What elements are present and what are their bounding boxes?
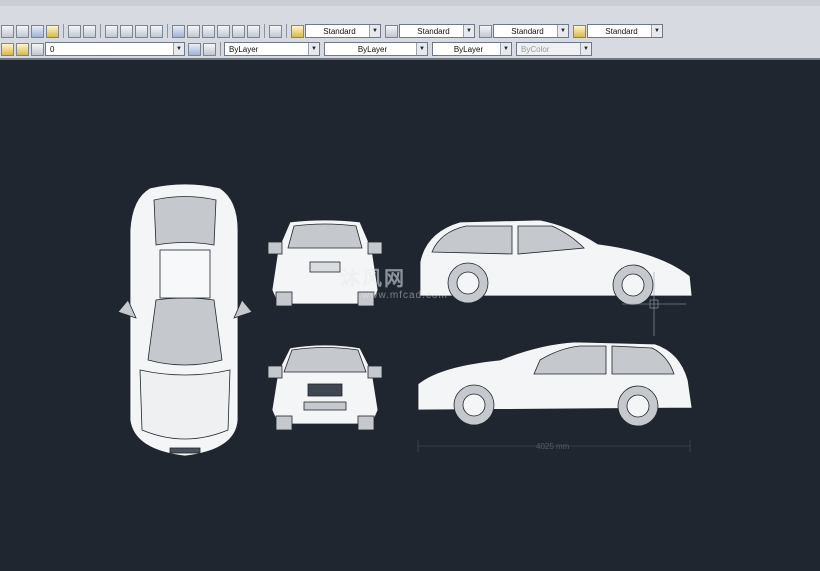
linetype-value: ByLayer: [357, 44, 388, 54]
drawing-canvas[interactable]: 4025 mm 沐风网 www.mfcad.com: [0, 60, 820, 566]
layer-previous-icon[interactable]: [203, 42, 216, 56]
multileader-style-select[interactable]: Standard ▼: [587, 24, 663, 38]
watermark-url: www.mfcad.com: [362, 290, 448, 301]
toolbar-separator: [264, 24, 265, 38]
text-style-icon[interactable]: [291, 24, 304, 38]
top-view-car: [117, 183, 253, 457]
side-view-right-car: [417, 341, 693, 427]
watermark-logo: 沐风网: [340, 268, 406, 290]
standard-toolbar: Standard ▼ Standard ▼ Standard ▼ Standar…: [0, 22, 663, 40]
tool-palettes-icon[interactable]: [202, 24, 215, 38]
chevron-down-icon[interactable]: ▼: [173, 43, 184, 55]
sheet-set-icon[interactable]: [217, 24, 230, 38]
text-style-select[interactable]: Standard ▼: [305, 24, 381, 38]
layer-lock-icon[interactable]: [31, 42, 44, 56]
text-style-value: Standard: [323, 26, 356, 36]
chevron-down-icon[interactable]: ▼: [500, 43, 511, 55]
quickcalc-icon[interactable]: [247, 24, 260, 38]
paste-icon[interactable]: [16, 24, 29, 38]
copy-icon[interactable]: [1, 24, 14, 38]
dimension-label: 4025 mm: [536, 442, 570, 451]
chevron-down-icon[interactable]: ▼: [416, 43, 427, 55]
make-object-layer-current-icon[interactable]: [188, 42, 201, 56]
zoom-realtime-icon[interactable]: [120, 24, 133, 38]
side-view-left-car: [419, 219, 693, 306]
pan-icon[interactable]: [105, 24, 118, 38]
chevron-down-icon[interactable]: ▼: [308, 43, 319, 55]
match-properties-icon[interactable]: [31, 24, 44, 38]
dim-style-value: Standard: [417, 26, 450, 36]
chevron-down-icon[interactable]: ▼: [463, 25, 474, 37]
toolbar-separator: [167, 24, 168, 38]
lineweight-select[interactable]: ByLayer ▼: [432, 42, 512, 56]
dim-style-icon[interactable]: [385, 24, 398, 38]
undo-icon[interactable]: [68, 24, 81, 38]
front-view-car: [267, 344, 383, 431]
help-icon[interactable]: [269, 24, 282, 38]
multileader-style-value: Standard: [605, 26, 638, 36]
chevron-down-icon[interactable]: ▼: [651, 25, 662, 37]
toolbar-area: Standard ▼ Standard ▼ Standard ▼ Standar…: [0, 6, 820, 60]
car-blueprint-drawing: [117, 183, 693, 457]
redo-icon[interactable]: [83, 24, 96, 38]
color-value: ByLayer: [229, 44, 259, 54]
toolbar-separator: [286, 24, 287, 38]
color-select[interactable]: ByLayer ▼: [224, 42, 320, 56]
layer-on-icon[interactable]: [1, 42, 14, 56]
table-style-value: Standard: [511, 26, 544, 36]
layer-freeze-icon[interactable]: [16, 42, 29, 56]
lineweight-value: ByLayer: [453, 44, 484, 54]
multileader-style-icon[interactable]: [573, 24, 586, 38]
zoom-previous-icon[interactable]: [150, 24, 163, 38]
layers-properties-toolbar: 0 ▼ ByLayer ▼ ByLayer ▼ ByLayer ▼ ByColo…: [0, 40, 592, 58]
block-editor-icon[interactable]: [46, 24, 59, 38]
markup-icon[interactable]: [232, 24, 245, 38]
design-center-icon[interactable]: [187, 24, 200, 38]
zoom-window-icon[interactable]: [135, 24, 148, 38]
chevron-down-icon[interactable]: ▼: [369, 25, 380, 37]
chevron-down-icon: ▼: [580, 43, 591, 55]
linetype-select[interactable]: ByLayer ▼: [324, 42, 428, 56]
toolbar-separator: [63, 24, 64, 38]
toolbar-separator: [220, 42, 221, 56]
properties-icon[interactable]: [172, 24, 185, 38]
dim-style-select[interactable]: Standard ▼: [399, 24, 475, 38]
plot-style-select: ByColor ▼: [516, 42, 592, 56]
layer-select[interactable]: 0 ▼: [45, 42, 185, 56]
toolbar-separator: [100, 24, 101, 38]
plot-style-value: ByColor: [521, 44, 550, 54]
current-layer-value: 0: [50, 44, 55, 54]
table-style-select[interactable]: Standard ▼: [493, 24, 569, 38]
table-style-icon[interactable]: [479, 24, 492, 38]
chevron-down-icon[interactable]: ▼: [557, 25, 568, 37]
